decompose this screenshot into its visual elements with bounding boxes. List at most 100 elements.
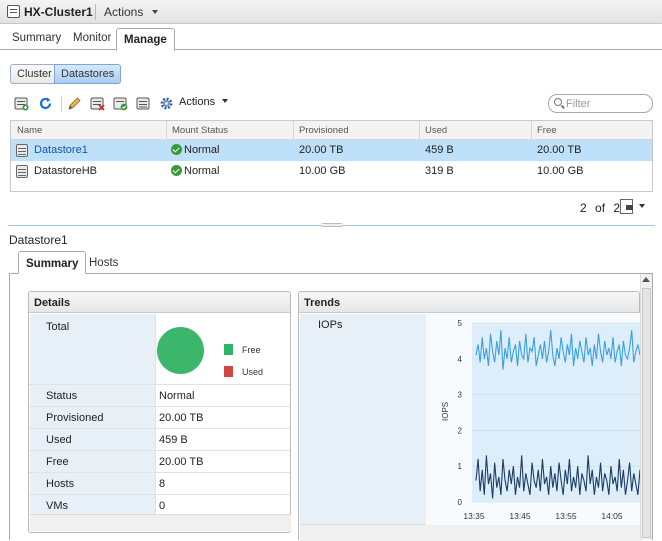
scroll-thumb[interactable] [642,288,651,538]
column-header-mount-status[interactable]: Mount Status [172,125,228,136]
trends-label-column [300,314,426,524]
table-row[interactable]: Datastore1 Normal 20.00 TB 459 B 20.00 T… [11,140,652,161]
details-value: 8 [159,478,166,490]
tab-monitor[interactable]: Monitor [73,29,111,50]
divider [95,4,96,20]
mount-status-text: Normal [184,165,220,177]
title-bar: HX-Cluster1 Actions [0,0,662,24]
details-label: Used [46,434,72,446]
datastore-name-link[interactable]: DatastoreHB [34,165,97,177]
details-value: Normal [159,390,195,402]
chevron-down-icon[interactable] [639,204,645,208]
unmount-datastore-icon[interactable] [136,96,151,111]
mount-status: Normal [171,144,219,156]
chart-x-tick-label: 14:05 [601,511,623,521]
details-row: Used 459 B [29,429,290,451]
toolbar-actions-menu[interactable]: Actions [179,96,229,108]
tab-detail-summary[interactable]: Summary [18,251,87,274]
toolbar-actions-label: Actions [179,96,216,108]
total-label: Total [46,321,70,333]
title-actions-label: Actions [104,5,144,19]
delete-datastore-icon[interactable] [90,96,105,111]
toggle-datastores[interactable]: Datastores [54,64,122,84]
details-label: Status [46,390,78,402]
chart-x-tick-label: 13:35 [463,511,485,521]
selected-datastore-title: Datastore1 [9,233,68,247]
iops-metric-label: IOPs [318,319,343,331]
chart-y-tick-label: 2 [458,426,463,435]
scroll-up-arrow-icon[interactable] [642,277,650,282]
used-value: 459 B [425,144,454,156]
column-divider [293,121,294,140]
column-header-free[interactable]: Free [537,125,557,136]
legend-swatch-free [224,344,233,355]
details-row: Free 20.00 TB [29,451,290,473]
toolbar-divider [61,96,62,112]
table-row[interactable]: DatastoreHB Normal 10.00 GB 319 B 10.00 … [11,161,652,182]
chevron-down-icon [151,10,158,14]
check-circle-icon [171,144,182,155]
chart-y-tick-label: 0 [458,498,463,507]
table-header: Name Mount Status Provisioned Used Free [11,121,652,140]
details-label: VMs [46,500,68,512]
details-row: Hosts 8 [29,473,290,495]
legend-swatch-used [224,366,233,377]
tab-manage[interactable]: Manage [116,28,175,51]
splitter-grip[interactable] [322,223,342,227]
trends-portlet-title: Trends [299,292,639,313]
tab-detail-hosts[interactable]: Hosts [82,251,125,274]
datastores-table: Name Mount Status Provisioned Used Free … [10,120,653,192]
iops-chart: 5 4 3 2 1 0 13:35 13:45 13:55 14:05 IOPS [426,313,640,525]
chart-y-tick-label: 5 [458,319,463,328]
chart-y-tick-label: 1 [458,462,463,471]
datastore-icon [16,144,28,157]
filter-box[interactable] [548,94,653,113]
legend-label-free: Free [242,345,261,355]
gear-icon[interactable] [159,96,173,111]
refresh-icon[interactable] [38,96,53,111]
host-icon [7,5,20,18]
trends-portlet-footer [300,524,640,541]
chevron-down-icon [222,99,229,103]
chart-y-tick-label: 4 [458,355,463,364]
chart-x-tick-label: 13:45 [509,511,531,521]
legend-label-used: Used [242,367,264,377]
details-value: 0 [159,500,166,512]
pager-of-label: of [595,201,606,215]
window-title: HX-Cluster1 [24,5,93,19]
edit-icon[interactable] [67,96,82,111]
datastore-icon [16,165,28,178]
details-label: Hosts [46,478,75,490]
main-tab-bar: Summary Monitor Manage [0,27,662,51]
export-icon[interactable] [620,199,633,214]
column-divider [166,121,167,140]
new-datastore-icon[interactable] [14,96,29,111]
filter-input[interactable] [566,97,650,110]
provisioned-value: 10.00 GB [299,165,346,177]
toggle-cluster[interactable]: Cluster [10,64,59,84]
mount-datastore-icon[interactable] [113,96,128,111]
free-value: 20.00 TB [537,144,582,156]
mount-status-text: Normal [184,144,220,156]
column-header-provisioned[interactable]: Provisioned [299,125,349,136]
pager-current: 2 [580,201,587,215]
search-icon [554,98,562,106]
details-label: Free [46,456,69,468]
column-divider [531,121,532,140]
chart-y-tick-label: 3 [458,391,463,400]
provisioned-value: 20.00 TB [299,144,344,156]
mount-status: Normal [171,165,219,177]
column-header-used[interactable]: Used [425,125,447,136]
details-portlet-title: Details [29,292,290,313]
column-header-name[interactable]: Name [17,125,42,136]
pager: 2 of 2 [580,201,620,215]
datastore-name-link[interactable]: Datastore1 [34,144,88,156]
chart-plot-background [472,323,640,502]
chart-x-tick-label: 13:55 [555,511,577,521]
title-actions-menu[interactable]: Actions [104,5,158,19]
tab-summary[interactable]: Summary [12,29,61,50]
chart-y-axis-label: IOPS [441,402,450,421]
details-row: Status Normal [29,385,290,407]
details-row: Provisioned 20.00 TB [29,407,290,429]
capacity-pie-chart [157,327,204,374]
